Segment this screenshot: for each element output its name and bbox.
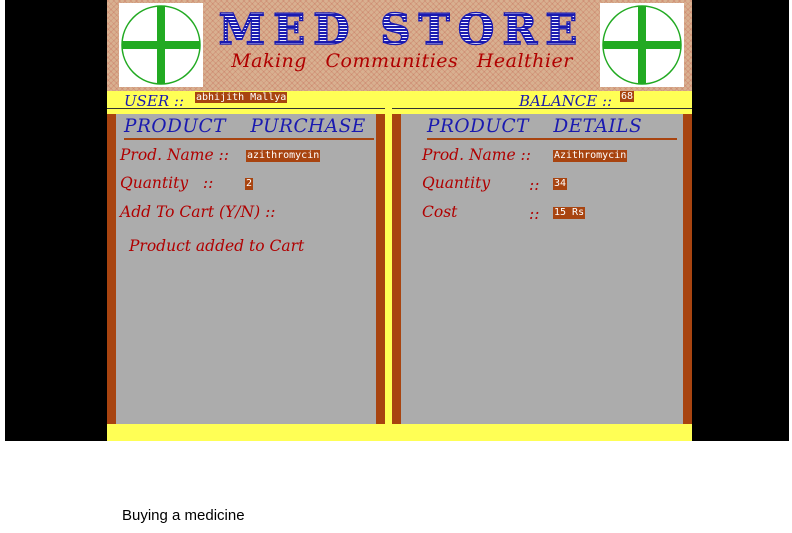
panel-title: PRODUCT PURCHASE <box>124 116 366 137</box>
header-banner: MED STORE Making Communities Healthier <box>107 0 692 91</box>
quantity-value: 34 <box>553 178 568 190</box>
prod-name-label: Prod. Name :: <box>120 146 229 164</box>
medical-cross-icon <box>119 3 203 87</box>
title-underline <box>124 138 374 140</box>
cost-separator: :: <box>529 205 540 223</box>
dos-screen: MED STORE Making Communities Healthier U… <box>5 0 789 441</box>
add-to-cart-label: Add To Cart (Y/N) :: <box>120 203 276 221</box>
store-tagline: Making Communities Healthier <box>231 50 573 72</box>
user-value: abhijith Mallya <box>195 92 288 103</box>
quantity-label: Quantity :: <box>120 174 214 192</box>
medical-cross-icon <box>600 3 684 87</box>
quantity-input[interactable]: 2 <box>245 178 254 190</box>
prod-name-label: Prod. Name :: <box>422 146 531 164</box>
cost-label: Cost <box>422 203 458 221</box>
figure-caption: Buying a medicine <box>122 507 245 524</box>
title-underline <box>427 138 677 140</box>
panel-title: PRODUCT DETAILS <box>427 116 643 137</box>
product-purchase-panel: PRODUCT PURCHASE Prod. Name :: azithromy… <box>107 114 385 424</box>
cost-value: 15 Rs <box>553 207 586 219</box>
status-bar: USER :: abhijith Mallya BALANCE :: 68 <box>107 91 692 110</box>
divider <box>107 108 385 109</box>
status-message: Product added to Cart <box>129 237 305 255</box>
prod-name-input[interactable]: azithromycin <box>246 150 321 162</box>
bottom-bar <box>107 424 692 441</box>
balance-value: 68 <box>620 91 635 102</box>
product-details-panel: PRODUCT DETAILS Prod. Name :: Azithromyc… <box>392 114 692 424</box>
quantity-label: Quantity <box>422 174 491 192</box>
divider <box>392 108 692 109</box>
quantity-separator: :: <box>529 176 540 194</box>
store-title: MED STORE <box>207 7 597 52</box>
prod-name-value: Azithromycin <box>553 150 628 162</box>
med-store-app: MED STORE Making Communities Healthier U… <box>107 0 692 441</box>
